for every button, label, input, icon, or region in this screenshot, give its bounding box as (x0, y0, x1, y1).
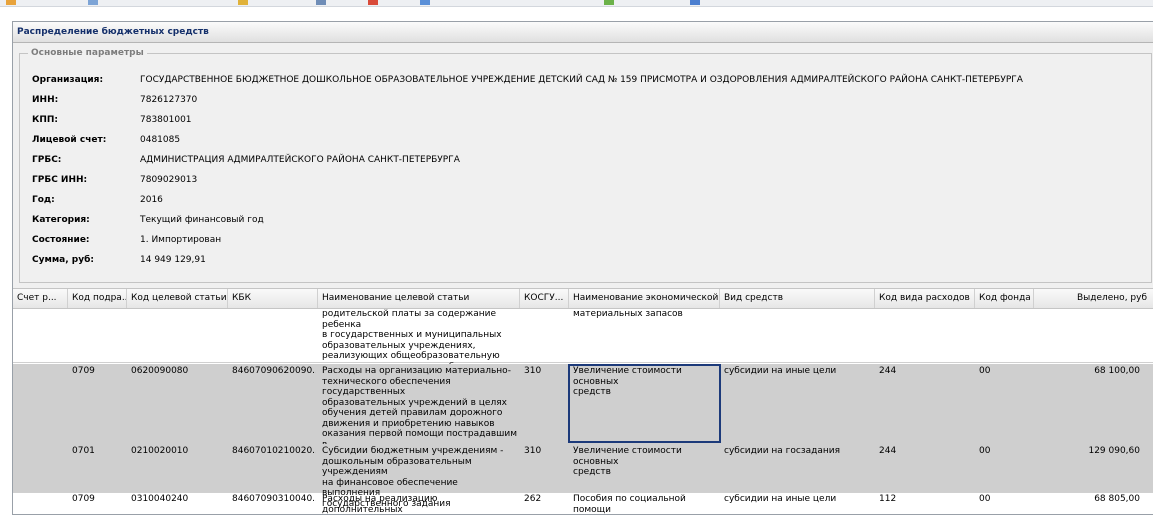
table-cell[interactable]: 0709 (72, 494, 125, 505)
param-label: Год: (32, 195, 55, 205)
col-kosgu-header[interactable]: КОСГУ... (520, 289, 569, 308)
param-label: Организация: (32, 75, 104, 85)
table-cell[interactable]: 244 (879, 446, 973, 457)
toolbar-icon[interactable] (604, 0, 614, 5)
table-cell[interactable]: 84607010210020... (232, 446, 316, 457)
param-value: 7809029013 (140, 175, 198, 185)
table-cell[interactable]: 0210020010 (131, 446, 226, 457)
main-params-fieldset: Основные параметры Организация: ГОСУДАРСТ… (19, 47, 1152, 283)
param-label: Категория: (32, 215, 90, 225)
param-label: Сумма, руб: (32, 255, 95, 265)
param-label: КПП: (32, 115, 59, 125)
table-cell[interactable]: родительской платы за содержание ребенка… (322, 309, 518, 372)
table-cell[interactable]: Пособия по социальной помощи населению (573, 494, 718, 514)
param-value: Текущий финансовый год (140, 215, 264, 225)
table-cell[interactable]: 84607090310040... (232, 494, 316, 505)
param-label: ГРБС ИНН: (32, 175, 88, 185)
col-fund-type-header[interactable]: Вид средств (720, 289, 875, 308)
main-params-legend: Основные параметры (28, 47, 147, 59)
table-cell[interactable]: 262 (524, 494, 567, 505)
param-value: ГОСУДАРСТВЕННОЕ БЮДЖЕТНОЕ ДОШКОЛЬНОЕ ОБР… (140, 75, 1023, 85)
table-cell[interactable]: 0310040240 (131, 494, 226, 505)
table-cell[interactable]: 00 (979, 366, 1032, 377)
table-cell[interactable]: Увеличение стоимости основных средств (573, 446, 718, 478)
budget-distribution-panel: Распределение бюджетных средств Основные… (12, 21, 1153, 515)
col-expense-code-header[interactable]: Код вида расходов (875, 289, 975, 308)
col-econ-name-header[interactable]: Наименование экономической ... (569, 289, 720, 308)
table-cell[interactable]: 68 805,00 (1038, 494, 1140, 505)
table-cell[interactable]: 244 (879, 366, 973, 377)
table-cell[interactable]: 310 (524, 446, 567, 457)
col-subdivision-header[interactable]: Код подра... (68, 289, 127, 308)
budget-grid: Счет р... Код подра... Код целевой статьи К… (13, 288, 1153, 514)
param-value: 14 949 129,91 (140, 255, 206, 265)
param-value: 2016 (140, 195, 163, 205)
table-cell[interactable]: субсидии на иные цели (724, 366, 873, 377)
param-label: ГРБС: (32, 155, 62, 165)
col-fund-code-header[interactable]: Код фонда (975, 289, 1034, 308)
param-label: Лицевой счет: (32, 135, 107, 145)
param-value: 7826127370 (140, 95, 198, 105)
table-row[interactable]: 0701 0210020010 84607010210020... Субсидии … (13, 444, 1153, 509)
table-cell[interactable]: 68 100,00 (1038, 366, 1140, 377)
toolbar-icon[interactable] (420, 0, 430, 5)
table-cell[interactable]: субсидии на иные цели (724, 494, 873, 505)
table-cell[interactable]: материальных запасов (573, 309, 718, 320)
table-row[interactable]: родительской платы за содержание ребенка… (13, 307, 1153, 372)
table-cell[interactable]: Расходы на реализацию дополнительных мер… (322, 494, 518, 514)
param-value: 1. Импортирован (140, 235, 222, 245)
toolbar-icon[interactable] (368, 0, 378, 5)
param-label: ИНН: (32, 95, 59, 105)
focused-cell-outline[interactable] (568, 364, 721, 443)
toolbar-icon[interactable] (6, 0, 16, 5)
col-target-code-header[interactable]: Код целевой статьи (127, 289, 228, 308)
table-cell[interactable]: 00 (979, 494, 1032, 505)
toolbar-icon[interactable] (316, 0, 326, 5)
table-row[interactable]: 0709 0310040240 84607090310040... Расходы н… (13, 492, 1153, 514)
panel-title: Распределение бюджетных средств (13, 22, 1153, 43)
table-cell[interactable]: 0709 (72, 366, 125, 377)
table-cell[interactable]: 84607090620090... (232, 366, 316, 377)
table-cell[interactable]: 112 (879, 494, 973, 505)
grid-header: Счет р... Код подра... Код целевой статьи К… (13, 288, 1153, 309)
table-cell[interactable]: субсидии на госзадания (724, 446, 873, 457)
param-label: Состояние: (32, 235, 90, 245)
toolbar-icon[interactable] (238, 0, 248, 5)
table-cell[interactable]: 310 (524, 366, 567, 377)
table-cell[interactable]: 129 090,60 (1038, 446, 1140, 457)
col-allocated-header[interactable]: Выделено, руб (1034, 289, 1153, 308)
col-kbk-header[interactable]: КБК (228, 289, 318, 308)
toolbar-icon[interactable] (690, 0, 700, 5)
toolbar-icon[interactable] (88, 0, 98, 5)
col-target-name-header[interactable]: Наименование целевой статьи (318, 289, 520, 308)
top-toolbar-strip (0, 0, 1153, 7)
col-account-header[interactable]: Счет р... (13, 289, 68, 308)
table-cell[interactable]: 0701 (72, 446, 125, 457)
param-value: 0481085 (140, 135, 181, 145)
param-value: 783801001 (140, 115, 192, 125)
table-cell[interactable]: 00 (979, 446, 1032, 457)
param-value: АДМИНИСТРАЦИЯ АДМИРАЛТЕЙСКОГО РАЙОНА САН… (140, 155, 460, 165)
table-cell[interactable]: 0620090080 (131, 366, 226, 377)
